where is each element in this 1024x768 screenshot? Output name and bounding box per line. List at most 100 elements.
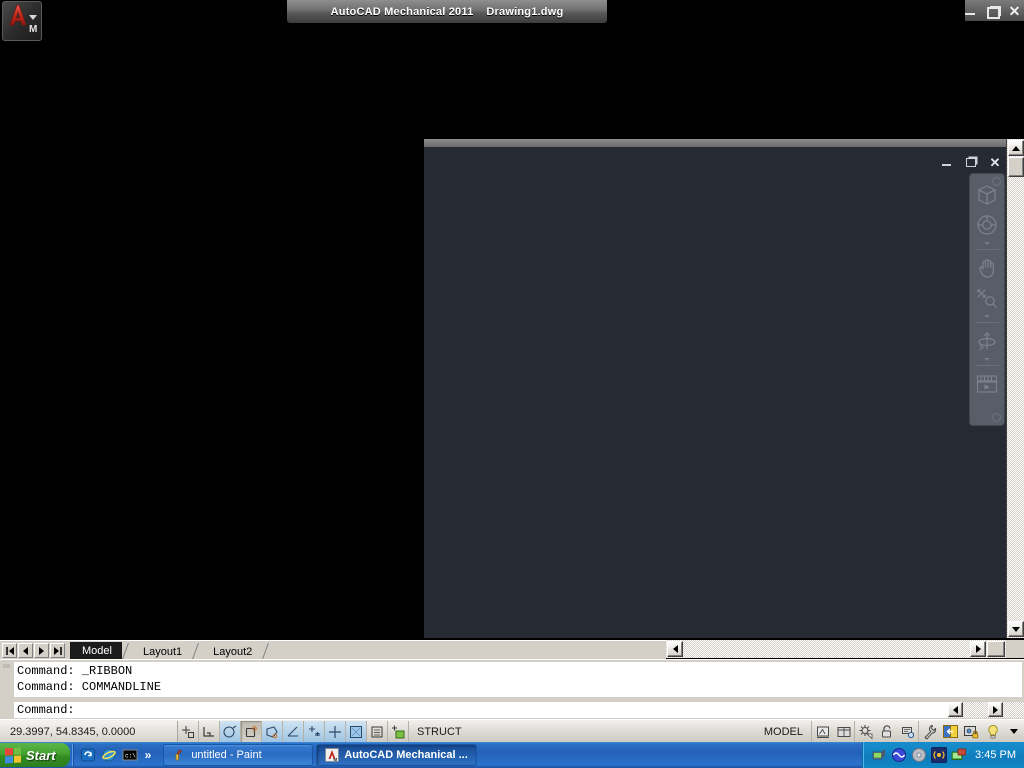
horizontal-scroll-thumb[interactable] [987,641,1005,657]
toolbar-window-positions-icon[interactable] [940,721,961,742]
tab-nav-prev-button[interactable] [18,643,33,658]
workspace-switching-wrench-icon[interactable] [919,721,940,742]
application-menu-button[interactable]: M [2,1,42,41]
quick-properties-toggle[interactable] [388,721,409,742]
display-icon[interactable] [951,747,967,763]
vertical-scroll-thumb[interactable] [1008,157,1024,177]
annotation-scale-gear-icon[interactable] [855,721,876,742]
show-hide-lineweight-toggle[interactable] [367,721,388,742]
navigation-bar [970,174,1004,425]
tab-model[interactable]: Model [70,642,122,660]
drawing-minimize-button[interactable] [940,156,954,170]
model-space-label[interactable]: MODEL [756,721,811,742]
disc-icon[interactable] [911,747,927,763]
last-tab-icon [53,646,62,655]
scrollbar-corner [1006,640,1024,658]
start-button[interactable]: Start [0,743,70,767]
drawing-close-button[interactable]: ✕ [988,156,1002,170]
tab-layout2[interactable]: Layout2 [201,643,262,660]
drawing-vertical-scrollbar[interactable] [1006,139,1024,638]
grid-display-toggle[interactable] [220,721,241,742]
showmotion-icon[interactable] [972,369,1002,399]
viewport-maximize-icon[interactable] [812,721,833,742]
zoom-dropdown-icon[interactable] [984,314,990,318]
command-scroll-right-button[interactable] [988,702,1003,717]
object-snap-toggle[interactable] [283,721,304,742]
autocad-a-logo-icon [9,4,27,26]
orbit-icon[interactable] [972,326,1002,356]
title-bar: AutoCAD Mechanical 2011 Drawing1.dwg ✕ [0,0,1024,23]
status-menu-arrow-icon[interactable] [1003,721,1024,742]
dynamic-input-toggle[interactable] [346,721,367,742]
svg-text:M: M [334,757,338,762]
close-button[interactable]: ✕ [1007,4,1022,19]
network-icon[interactable] [871,747,887,763]
hardware-acceleration-lock-icon[interactable] [961,721,982,742]
viewport-group [811,721,854,742]
status-bar-toggles: STRUCT [178,721,470,742]
arrow-left-icon [672,645,678,653]
object-snap-tracking-toggle[interactable] [304,721,325,742]
zoom-icon[interactable] [972,283,1002,313]
wireless-icon[interactable] [931,747,947,763]
command-horizontal-scrollbar[interactable] [948,702,1024,718]
tab-model-label: Model [82,645,112,657]
taskbar-clock[interactable]: 3:45 PM [975,749,1016,761]
arrow-up-icon [1012,145,1020,151]
drawing-horizontal-scrollbar[interactable] [666,640,1006,658]
navbar-separator-1 [975,249,999,250]
scroll-up-button[interactable] [1008,140,1024,156]
tab-layout1[interactable]: Layout1 [131,643,192,660]
annotation-visibility-lock-icon[interactable] [876,721,897,742]
arrow-down-icon [1012,626,1020,632]
arrow-right-icon [993,705,998,714]
steering-wheel-icon[interactable] [972,210,1002,240]
pan-hand-icon[interactable] [972,253,1002,283]
tab-nav-first-button[interactable] [2,643,17,658]
command-input[interactable]: Command: [14,702,954,718]
show-desktop-icon[interactable] [80,747,96,763]
tab-nav-next-button[interactable] [34,643,49,658]
clean-screen-lightbulb-icon[interactable] [982,721,1003,742]
taskbar-button-autocad[interactable]: M AutoCAD Mechanical ... [316,744,477,766]
annotation-group [854,721,918,742]
drawing-canvas[interactable] [424,147,1024,638]
layout-tab-navigation [0,643,66,658]
windows-logo-icon [5,746,21,764]
autoscale-icon[interactable] [897,721,918,742]
drawing-restore-button[interactable] [964,156,978,170]
scroll-down-button[interactable] [1008,621,1024,637]
snap-mode-toggle[interactable] [199,721,220,742]
status-bar-right: MODEL [756,721,1024,742]
navbar-separator-3 [975,365,999,366]
autocad-taskbar-icon: M [325,748,340,762]
ortho-mode-toggle[interactable] [241,721,262,742]
taskbar-button-paint[interactable]: untitled - Paint [163,744,314,766]
quick-launch-overflow-icon[interactable]: » [143,748,154,762]
command-window-drag-grip[interactable] [2,662,11,716]
audio-icon[interactable] [891,747,907,763]
struct-label[interactable]: STRUCT [409,721,470,742]
polar-tracking-toggle[interactable] [262,721,283,742]
restore-button[interactable] [985,4,1000,19]
command-scroll-left-button[interactable] [948,702,963,717]
prev-tab-icon [23,646,28,655]
tab-layout1-label: Layout1 [142,645,183,658]
arrow-left-icon [953,705,958,714]
internet-explorer-icon[interactable] [101,747,117,763]
viewport-config-icon[interactable] [833,721,854,742]
tab-nav-last-button[interactable] [50,643,65,658]
title-bar-center: AutoCAD Mechanical 2011 Drawing1.dwg [287,0,607,23]
orbit-dropdown-icon[interactable] [984,357,990,361]
status-bar: 29.3997, 54.8345, 0.0000 STRUCT MODEL [0,719,1024,743]
steering-wheel-dropdown-icon[interactable] [984,241,990,245]
command-prompt-icon[interactable]: c:\ [122,747,138,763]
tab-divider-3 [262,642,271,660]
minimize-button[interactable] [963,4,978,19]
dynamic-ucs-toggle[interactable] [325,721,346,742]
scroll-left-button[interactable] [667,641,683,657]
mechanical-m-label: M [29,24,38,35]
coordinates-display[interactable]: 29.3997, 54.8345, 0.0000 [0,721,178,742]
infer-constraints-toggle[interactable] [178,721,199,742]
scroll-right-button[interactable] [970,641,986,657]
